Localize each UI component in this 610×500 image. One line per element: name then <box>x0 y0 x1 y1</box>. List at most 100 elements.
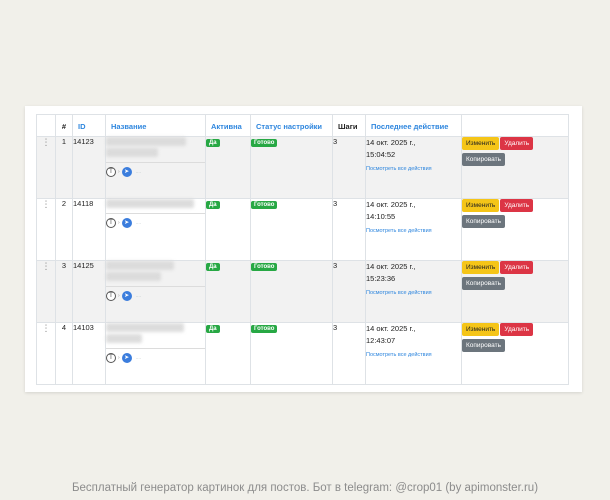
arrow-icon: › <box>118 220 120 226</box>
active-badge: Да <box>206 139 220 147</box>
header-status[interactable]: Статус настройки <box>250 114 333 137</box>
status-badge: Готово <box>251 325 278 333</box>
delete-button[interactable]: Удалить <box>500 137 534 150</box>
name-blurred <box>106 334 142 343</box>
source-label-blurred: ···· <box>135 355 141 361</box>
name-blurred <box>106 272 161 281</box>
header-id[interactable]: ID <box>72 114 106 137</box>
table-row: ⋮ 2 14118 T › ➤ ···· Да Готово 3 14 окт.… <box>36 198 569 261</box>
row-id: 14123 <box>72 136 106 199</box>
edit-button[interactable]: Изменить <box>462 261 500 274</box>
table-card: # ID Название Активна Статус настройки Ш… <box>25 106 582 392</box>
view-all-actions-link[interactable]: Посмотреть все действия <box>366 163 461 175</box>
table-row: ⋮ 1 14123 T › ➤ ···· Да Готово 3 14 окт.… <box>36 136 569 199</box>
copy-button[interactable]: Копировать <box>462 215 505 228</box>
arrow-icon: › <box>118 355 120 361</box>
row-name: T › ➤ ···· <box>105 260 206 323</box>
source-round-icon: T <box>106 353 116 363</box>
edit-button[interactable]: Изменить <box>462 323 500 336</box>
header-number: # <box>55 114 73 137</box>
last-action-time: 12:43:07 <box>366 336 396 345</box>
header-active[interactable]: Активна <box>205 114 251 137</box>
copy-button[interactable]: Копировать <box>462 277 505 290</box>
name-blurred <box>106 323 184 332</box>
drag-handle-icon[interactable]: ⋮ <box>36 136 56 199</box>
edit-button[interactable]: Изменить <box>462 137 500 150</box>
source-label-blurred: ···· <box>135 293 141 299</box>
row-number: 4 <box>55 322 73 385</box>
view-all-actions-link[interactable]: Посмотреть все действия <box>366 225 461 237</box>
row-status: Готово <box>250 136 333 199</box>
edit-button[interactable]: Изменить <box>462 199 500 212</box>
row-last-action: 14 окт. 2025 г., 14:10:55 Посмотреть все… <box>365 198 462 261</box>
copy-button[interactable]: Копировать <box>462 339 505 352</box>
row-name: T › ➤ ···· <box>105 136 206 199</box>
source-label-blurred: ···· <box>135 169 141 175</box>
arrow-icon: › <box>118 169 120 175</box>
source-label-blurred: ···· <box>135 220 141 226</box>
row-steps: 3 <box>332 260 366 323</box>
row-number: 3 <box>55 260 73 323</box>
row-id: 14125 <box>72 260 106 323</box>
name-blurred <box>106 137 186 146</box>
row-steps: 3 <box>332 136 366 199</box>
row-actions: Изменить Удалить Копировать <box>461 260 569 323</box>
row-active: Да <box>205 322 251 385</box>
divider <box>106 286 205 287</box>
active-badge: Да <box>206 263 220 271</box>
header-name[interactable]: Название <box>105 114 206 137</box>
row-name: T › ➤ ···· <box>105 322 206 385</box>
name-blurred <box>106 199 194 208</box>
view-all-actions-link[interactable]: Посмотреть все действия <box>366 287 461 299</box>
telegram-icon: ➤ <box>121 218 132 228</box>
telegram-icon: ➤ <box>121 353 132 363</box>
divider <box>106 213 205 214</box>
view-all-actions-link[interactable]: Посмотреть все действия <box>366 349 461 361</box>
footer-caption: Бесплатный генератор картинок для постов… <box>71 482 539 494</box>
row-last-action: 14 окт. 2025 г., 12:43:07 Посмотреть все… <box>365 322 462 385</box>
delete-button[interactable]: Удалить <box>500 323 534 336</box>
row-steps: 3 <box>332 322 366 385</box>
name-blurred <box>106 261 174 270</box>
header-last-action[interactable]: Последнее действие <box>365 114 462 137</box>
delete-button[interactable]: Удалить <box>500 261 534 274</box>
row-id: 14103 <box>72 322 106 385</box>
row-id: 14118 <box>72 198 106 261</box>
source-icons: T › ➤ ···· <box>106 218 205 228</box>
row-actions: Изменить Удалить Копировать <box>461 136 569 199</box>
telegram-icon: ➤ <box>121 167 132 177</box>
row-status: Готово <box>250 260 333 323</box>
table-row: ⋮ 4 14103 T › ➤ ···· Да Готово 3 14 окт.… <box>36 322 569 385</box>
drag-handle-icon[interactable]: ⋮ <box>36 260 56 323</box>
flows-table: # ID Название Активна Статус настройки Ш… <box>36 114 569 385</box>
source-round-icon: T <box>106 167 116 177</box>
copy-button[interactable]: Копировать <box>462 153 505 166</box>
row-actions: Изменить Удалить Копировать <box>461 198 569 261</box>
active-badge: Да <box>206 201 220 209</box>
row-active: Да <box>205 260 251 323</box>
last-action-time: 15:04:52 <box>366 150 396 159</box>
row-status: Готово <box>250 198 333 261</box>
divider <box>106 162 205 163</box>
arrow-icon: › <box>118 293 120 299</box>
source-icons: T › ➤ ···· <box>106 353 205 363</box>
row-last-action: 14 окт. 2025 г., 15:04:52 Посмотреть все… <box>365 136 462 199</box>
table-row: ⋮ 3 14125 T › ➤ ···· Да Готово 3 14 окт.… <box>36 260 569 323</box>
divider <box>106 348 205 349</box>
last-action-date: 14 окт. 2025 г., <box>366 200 416 209</box>
name-blurred <box>106 148 158 157</box>
drag-handle-icon[interactable]: ⋮ <box>36 198 56 261</box>
last-action-time: 15:23:36 <box>366 274 396 283</box>
active-badge: Да <box>206 325 220 333</box>
header-drag <box>36 114 56 137</box>
delete-button[interactable]: Удалить <box>500 199 534 212</box>
row-name: T › ➤ ···· <box>105 198 206 261</box>
last-action-date: 14 окт. 2025 г., <box>366 324 416 333</box>
row-number: 2 <box>55 198 73 261</box>
row-last-action: 14 окт. 2025 г., 15:23:36 Посмотреть все… <box>365 260 462 323</box>
drag-handle-icon[interactable]: ⋮ <box>36 322 56 385</box>
source-icons: T › ➤ ···· <box>106 167 205 177</box>
source-icons: T › ➤ ···· <box>106 291 205 301</box>
last-action-date: 14 окт. 2025 г., <box>366 138 416 147</box>
row-active: Да <box>205 136 251 199</box>
